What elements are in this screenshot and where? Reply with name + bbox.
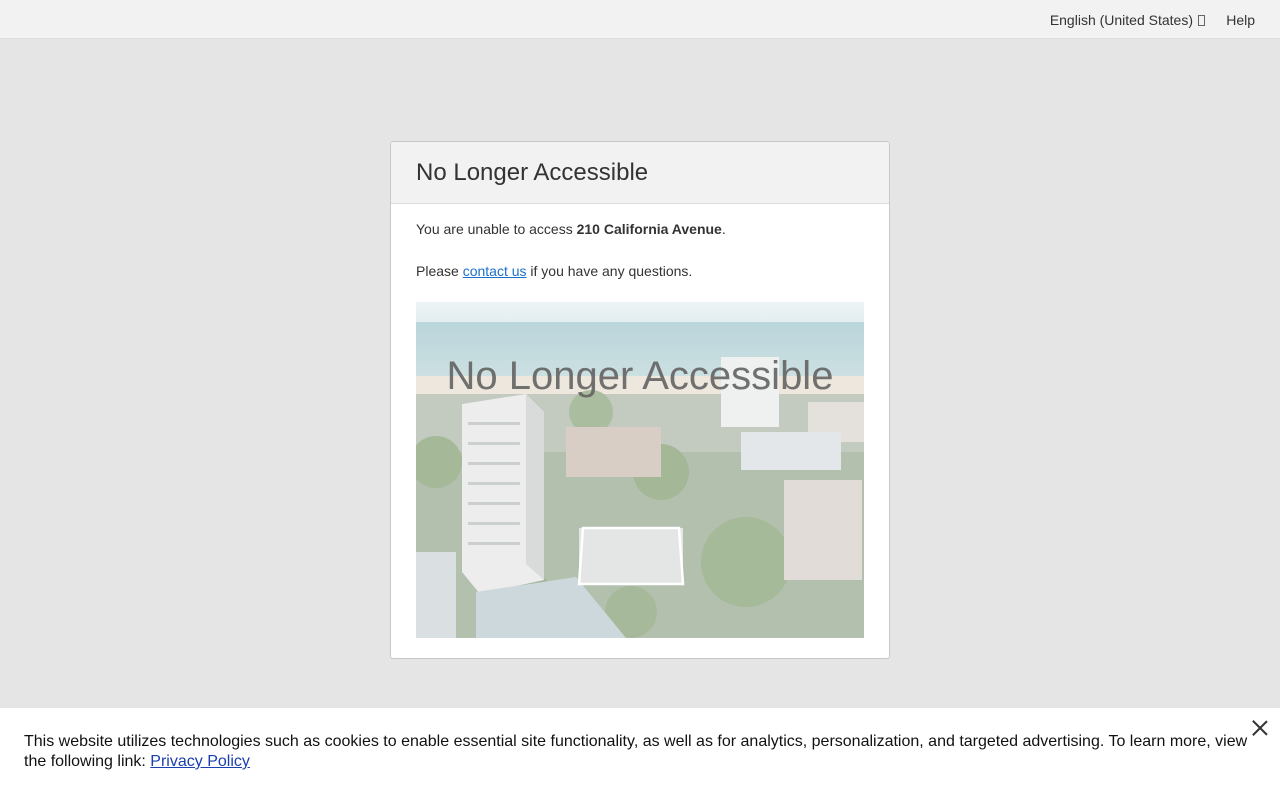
- property-photo: No Longer Accessible: [416, 302, 864, 638]
- contact-message-prefix: Please: [416, 263, 463, 279]
- language-label: English (United States): [1049, 12, 1193, 28]
- card-header: No Longer Accessible: [391, 142, 889, 204]
- image-overlay-text: No Longer Accessible: [446, 354, 834, 398]
- cookie-banner: This website utilizes technologies such …: [0, 708, 1280, 800]
- access-message: You are unable to access 210 California …: [416, 221, 726, 237]
- chevron-down-icon: [1198, 15, 1205, 26]
- top-bar: English (United States) Help: [0, 0, 1280, 39]
- contact-message: Please contact us if you have any questi…: [416, 263, 692, 279]
- access-message-prefix: You are unable to access: [416, 221, 577, 237]
- property-name: 210 California Avenue: [576, 221, 722, 237]
- card-title: No Longer Accessible: [416, 159, 649, 186]
- help-link[interactable]: Help: [1226, 12, 1255, 28]
- language-selector[interactable]: English (United States): [1050, 12, 1205, 28]
- access-card: No Longer Accessible You are unable to a…: [390, 141, 890, 659]
- privacy-policy-link[interactable]: Privacy Policy: [150, 753, 250, 770]
- contact-us-link[interactable]: contact us: [463, 263, 527, 279]
- aerial-photo-illustration: [416, 302, 864, 638]
- cookie-message: This website utilizes technologies such …: [24, 732, 1256, 772]
- contact-message-suffix: if you have any questions.: [526, 263, 693, 279]
- access-message-suffix: .: [721, 221, 726, 237]
